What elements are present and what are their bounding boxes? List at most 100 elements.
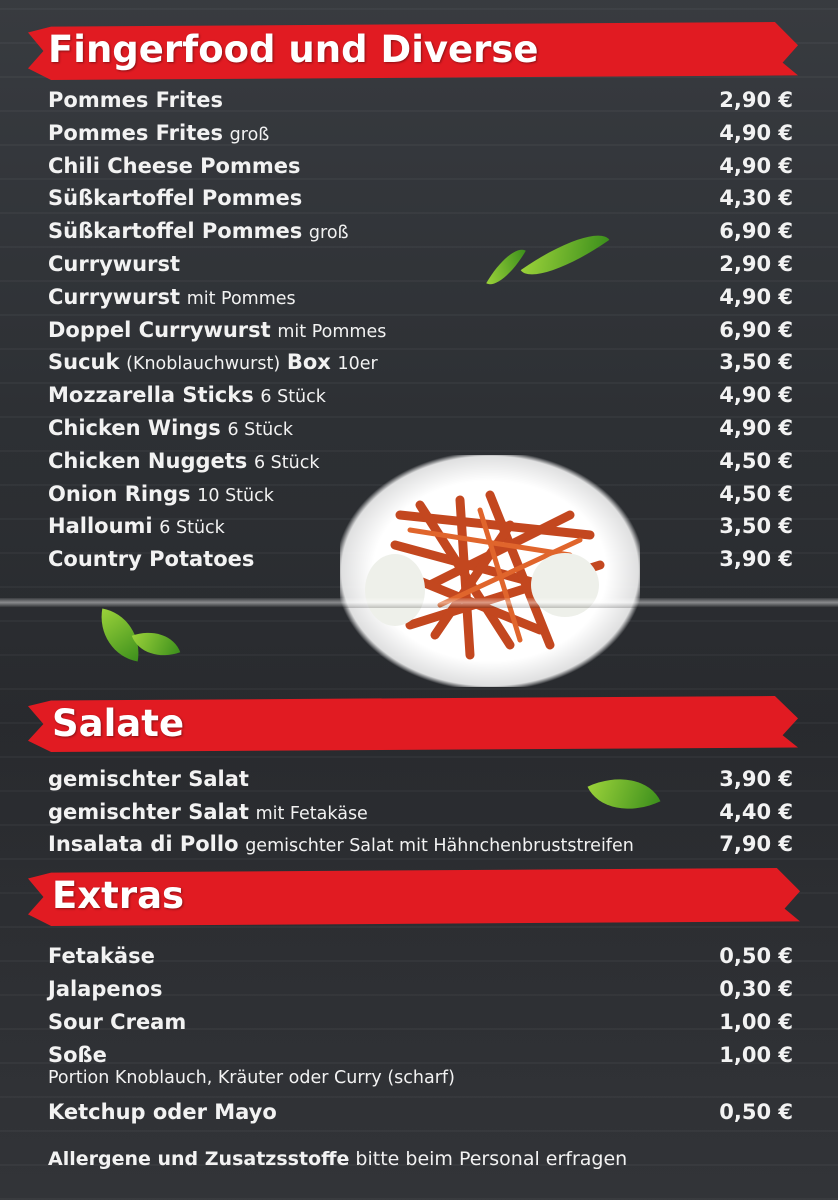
item-name: Sucuk (Knoblauchwurst) Box 10er: [48, 350, 378, 374]
paper-fold: [0, 598, 838, 608]
item-name-main: Chicken Nuggets: [48, 448, 248, 473]
item-name-main: Sucuk: [48, 350, 120, 375]
item-price: 1,00 €: [719, 1043, 793, 1067]
footer-bold: Allergene und Zusatzsstoffe: [48, 1148, 350, 1170]
item-price: 4,40 €: [719, 799, 793, 824]
item-name-main: Süßkartoffel Pommes: [48, 219, 303, 244]
menu-row: Pommes Frites groß 4,90 €: [48, 121, 793, 153]
item-price: 4,90 €: [719, 120, 793, 145]
item-price: 4,90 €: [719, 416, 793, 440]
section-title-fingerfood: Fingerfood und Diverse: [48, 28, 539, 71]
item-name: Onion Rings 10 Stück: [48, 482, 274, 506]
menu-row: Sour Cream 1,00 €: [48, 1010, 793, 1042]
menu-row: Sucuk (Knoblauchwurst) Box 10er 3,50 €: [48, 350, 793, 382]
menu-row: Insalata di Pollo gemischter Salat mit H…: [48, 832, 793, 864]
item-price: 4,90 €: [719, 383, 793, 408]
item-name-main: Doppel Currywurst: [48, 317, 271, 342]
item-name-main: Onion Rings: [48, 481, 191, 506]
item-name: Süßkartoffel Pommes groß: [48, 219, 349, 243]
item-price: 1,00 €: [719, 1010, 793, 1034]
item-name: Pommes Frites: [48, 88, 223, 112]
menu-row: gemischter Salat mit Fetakäse 4,40 €: [48, 800, 793, 832]
item-note: mit Fetakäse: [255, 803, 368, 824]
item-note: mit Pommes: [186, 288, 296, 309]
item-price: 2,90 €: [719, 252, 793, 276]
leaf-decoration: [131, 622, 181, 666]
item-name: Chicken Wings 6 Stück: [48, 416, 293, 440]
item-name: gemischter Salat: [48, 767, 249, 791]
item-name: Pommes Frites groß: [48, 121, 269, 145]
item-name: Ketchup oder Mayo: [48, 1100, 277, 1124]
item-name-main: gemischter Salat: [48, 799, 249, 824]
item-price: 0,30 €: [719, 977, 793, 1001]
item-name: Chili Cheese Pommes: [48, 154, 301, 178]
footer-rest: bitte beim Personal erfragen: [355, 1148, 628, 1170]
menu-row: Ketchup oder Mayo 0,50 €: [48, 1100, 793, 1132]
item-name-main: gemischter Salat: [48, 767, 249, 791]
item-name-main: Pommes Frites: [48, 88, 223, 112]
item-note: mit Pommes: [277, 321, 387, 342]
item-price: 3,90 €: [719, 767, 793, 791]
item-name: Mozzarella Sticks 6 Stück: [48, 383, 326, 407]
item-price: 3,50 €: [719, 514, 793, 539]
menu-row: gemischter Salat 3,90 €: [48, 767, 793, 799]
menu-row: Mozzarella Sticks 6 Stück 4,90 €: [48, 383, 793, 415]
item-price: 6,90 €: [719, 317, 793, 342]
item-name-main: Mozzarella Sticks: [48, 383, 254, 408]
menu-row: Jalapenos 0,30 €: [48, 977, 793, 1009]
item-price: 4,50 €: [719, 481, 793, 506]
menu-row: Fetakäse 0,50 €: [48, 944, 793, 976]
item-name-main: Süßkartoffel Pommes: [48, 186, 303, 211]
fries-photo: [340, 455, 640, 687]
item-price: 7,90 €: [719, 832, 793, 856]
item-note: (Knoblauchwurst): [126, 354, 281, 375]
item-note: 6 Stück: [227, 420, 293, 440]
menu-row: Chicken Wings 6 Stück 4,90 €: [48, 416, 793, 448]
item-price: 3,50 €: [719, 350, 793, 375]
menu-row: Chili Cheese Pommes 4,90 €: [48, 154, 793, 186]
item-name: Fetakäse: [48, 944, 155, 968]
item-price: 0,50 €: [719, 1100, 793, 1124]
section-title-extras: Extras: [52, 874, 185, 917]
item-name-main: Chili Cheese Pommes: [48, 153, 301, 178]
item-name: Chicken Nuggets 6 Stück: [48, 449, 320, 473]
item-note: 6 Stück: [260, 387, 326, 408]
item-name-main: Currywurst: [48, 284, 181, 309]
item-note: groß: [229, 124, 270, 145]
item-note: groß: [308, 223, 349, 244]
item-name-main: Sour Cream: [48, 1010, 187, 1034]
item-name-main: Jalapenos: [48, 977, 163, 1001]
menu-row: Pommes Frites 2,90 €: [48, 88, 793, 120]
item-name: Sour Cream: [48, 1010, 186, 1034]
item-name: Süßkartoffel Pommes: [48, 186, 302, 210]
item-price: 3,90 €: [719, 547, 793, 572]
item-price: 0,50 €: [719, 944, 793, 968]
sauce-options-note: Portion Knoblauch, Kräuter oder Curry (s…: [48, 1068, 455, 1088]
item-name: gemischter Salat mit Fetakäse: [48, 800, 368, 824]
item-name-main: Insalata di Pollo: [48, 832, 239, 856]
item-price: 2,90 €: [719, 88, 793, 112]
item-note: 10 Stück: [197, 485, 274, 506]
item-name-main: Soße: [48, 1043, 107, 1067]
item-name: Soße: [48, 1043, 107, 1067]
item-price: 4,30 €: [719, 186, 793, 211]
item-name-main: Fetakäse: [48, 944, 155, 968]
section-title-salate: Salate: [52, 702, 185, 745]
item-name: Currywurst: [48, 252, 180, 276]
item-name-main: Pommes Frites: [48, 120, 223, 145]
menu-row: Süßkartoffel Pommes groß 6,90 €: [48, 219, 793, 251]
menu-row: Süßkartoffel Pommes 4,30 €: [48, 186, 793, 218]
item-name-main: Halloumi: [48, 514, 153, 539]
menu-row: Currywurst 2,90 €: [48, 252, 793, 284]
item-note: gemischter Salat mit Hähnchenbruststreif…: [245, 836, 634, 856]
item-name: Doppel Currywurst mit Pommes: [48, 318, 386, 342]
menu-row: Doppel Currywurst mit Pommes 6,90 €: [48, 318, 793, 350]
item-price: 6,90 €: [719, 219, 793, 244]
item-name: Currywurst mit Pommes: [48, 285, 296, 309]
item-name-main: Chicken Wings: [48, 416, 221, 440]
item-name-main: Country Potatoes: [48, 547, 255, 572]
item-name-extra: Box: [286, 350, 331, 375]
item-price: 4,50 €: [719, 448, 793, 473]
menu-row: Currywurst mit Pommes 4,90 €: [48, 285, 793, 317]
item-price: 4,90 €: [719, 284, 793, 309]
